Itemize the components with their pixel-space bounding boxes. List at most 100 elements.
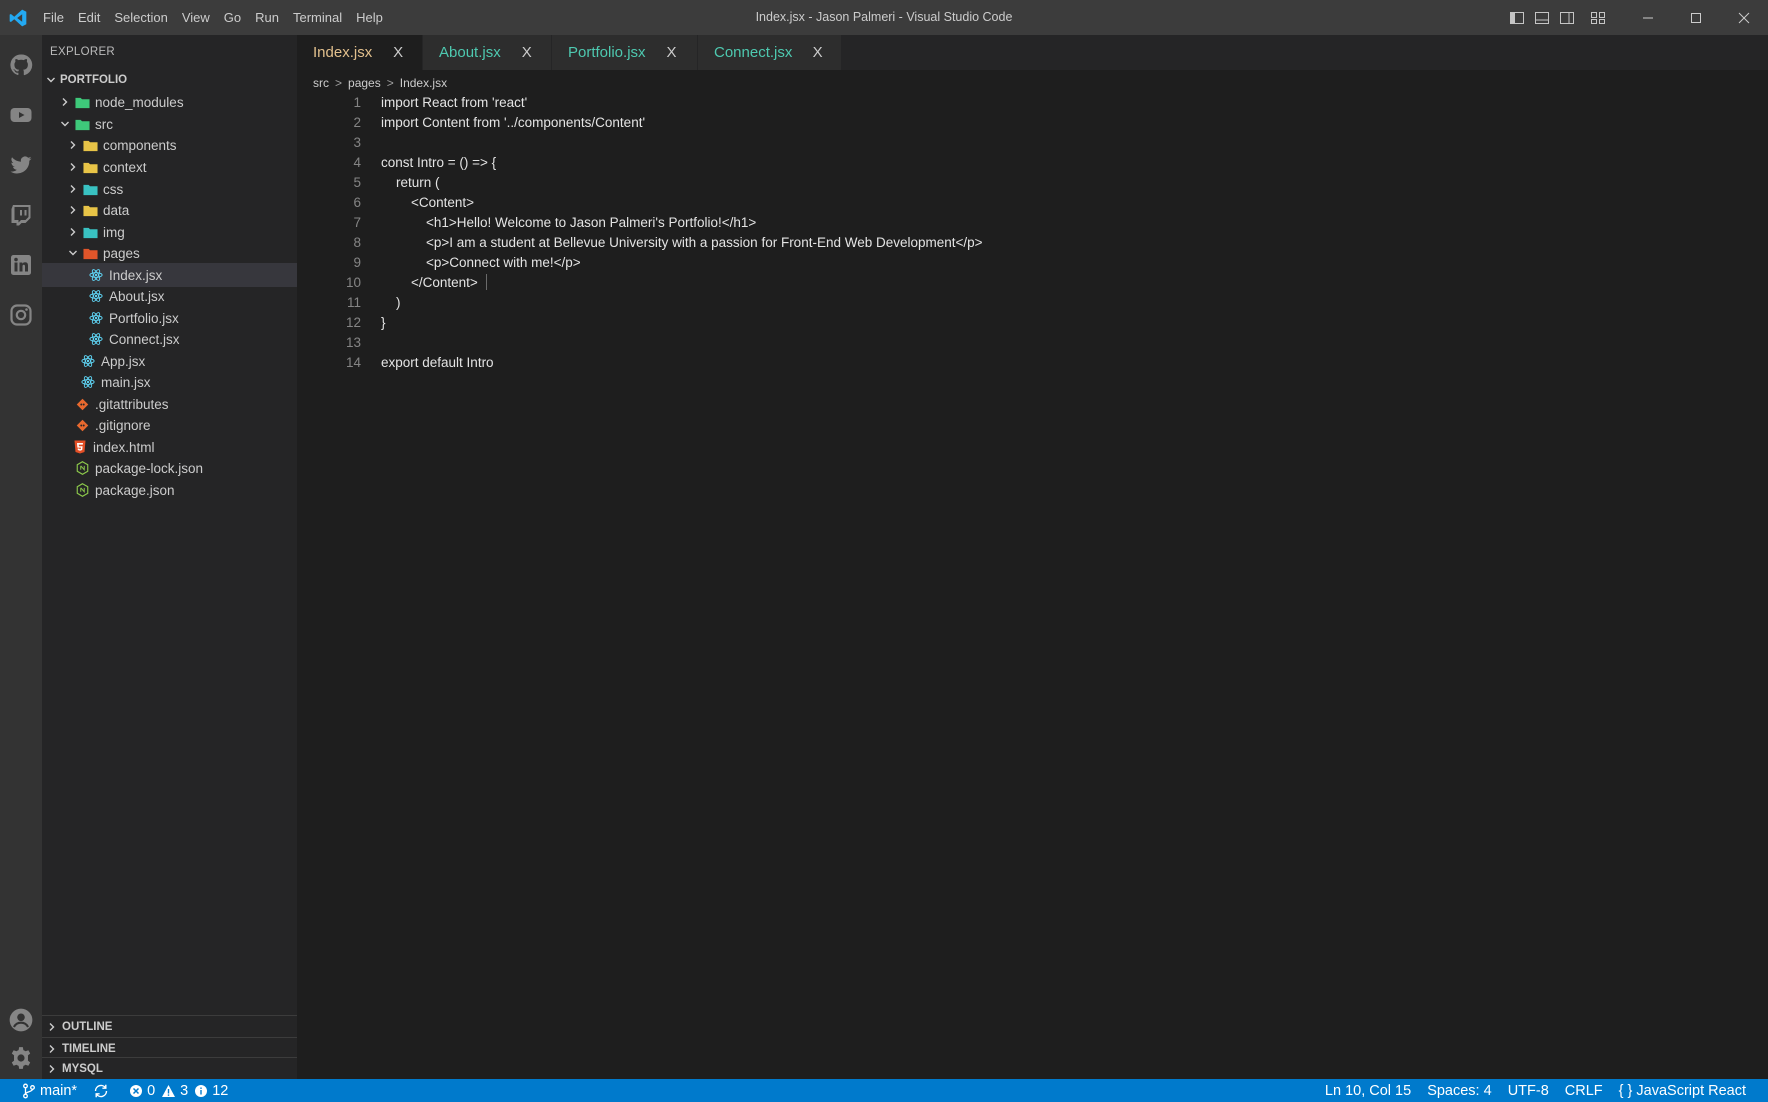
menu-run[interactable]: Run [248, 0, 286, 35]
breadcrumb-item-src[interactable]: src [313, 76, 329, 90]
toggle-primary-sidebar-icon[interactable] [1505, 0, 1529, 35]
line-number: 1 [353, 94, 361, 110]
close-window-icon[interactable] [1720, 0, 1768, 35]
line-number: 6 [353, 194, 361, 210]
editor-tabs: Index.jsx X About.jsx X Portfolio.jsx X … [297, 35, 1768, 70]
code-text: ) [381, 294, 401, 310]
tab-portfolio-jsx[interactable]: Portfolio.jsx X [552, 35, 698, 70]
tree-folder-pages[interactable]: pages [42, 241, 297, 265]
menu-view[interactable]: View [175, 0, 217, 35]
tree-label: context [103, 159, 147, 175]
folder-icon [82, 155, 98, 179]
chevron-right-icon [44, 1022, 60, 1032]
chevron-right-icon [44, 1064, 60, 1074]
tree-folder-node-modules[interactable]: node_modules [42, 90, 297, 114]
tab-about-jsx[interactable]: About.jsx X [423, 35, 552, 70]
close-tab-icon[interactable]: X [810, 44, 825, 61]
line-number: 14 [345, 354, 361, 370]
settings-gear-icon[interactable] [6, 1043, 36, 1073]
menu-selection[interactable]: Selection [107, 0, 174, 35]
linkedin-icon[interactable] [6, 250, 36, 280]
status-indentation[interactable]: Spaces: 4 [1427, 1079, 1492, 1102]
menu-file[interactable]: File [36, 0, 71, 35]
tree-file-main-jsx[interactable]: main.jsx [42, 370, 297, 394]
line-number: 8 [353, 234, 361, 250]
tree-label: css [103, 181, 124, 197]
tree-label: src [95, 116, 113, 132]
tree-label: package.json [95, 482, 175, 498]
status-cursor-position[interactable]: Ln 10, Col 15 [1325, 1079, 1411, 1102]
tree-folder-context[interactable]: context [42, 155, 297, 179]
error-count: 0 [147, 1082, 156, 1099]
warning-count: 3 [180, 1082, 189, 1099]
twitter-icon[interactable] [6, 150, 36, 180]
explorer-root-label: PORTFOLIO [60, 74, 128, 86]
tree-file-gitignore[interactable]: .gitignore [42, 413, 297, 437]
tree-label: Index.jsx [109, 267, 163, 283]
tree-file-about-jsx[interactable]: About.jsx [42, 284, 297, 308]
code-text: <Content> [381, 194, 475, 210]
activity-bar [0, 35, 42, 1079]
section-outline-label: OUTLINE [62, 1020, 113, 1033]
menu-edit[interactable]: Edit [71, 0, 107, 35]
status-problems[interactable]: 0 3 12 [129, 1079, 228, 1102]
toggle-panel-icon[interactable] [1530, 0, 1554, 35]
maximize-icon[interactable] [1672, 0, 1720, 35]
breadcrumb-separator: > [386, 76, 394, 90]
line-number: 7 [353, 214, 361, 230]
close-tab-icon[interactable]: X [664, 44, 680, 61]
code-line: 8 <p>I am a student at Bellevue Universi… [297, 232, 1768, 252]
breadcrumb-item-file[interactable]: Index.jsx [400, 76, 447, 90]
tab-index-jsx[interactable]: Index.jsx X [297, 35, 423, 70]
tree-label: img [103, 224, 125, 240]
status-language-mode[interactable]: { } JavaScript React [1619, 1079, 1746, 1102]
twitch-icon[interactable] [6, 200, 36, 230]
github-icon[interactable] [6, 50, 36, 80]
explorer-title: EXPLORER [50, 46, 116, 58]
status-sync[interactable] [93, 1079, 113, 1102]
close-tab-icon[interactable]: X [519, 44, 535, 61]
account-icon[interactable] [6, 1005, 36, 1035]
folder-icon [82, 133, 98, 157]
menu-help[interactable]: Help [349, 0, 390, 35]
code-line: 4 const Intro = () => { [297, 152, 1768, 172]
menu-terminal[interactable]: Terminal [286, 0, 349, 35]
tree-file-connect-jsx[interactable]: Connect.jsx [42, 327, 297, 351]
code-line: 3 [297, 132, 1768, 152]
section-outline[interactable]: OUTLINE [42, 1015, 297, 1037]
code-text: import React from 'react' [381, 94, 528, 110]
code-text: } [381, 314, 386, 330]
sync-icon [93, 1083, 109, 1099]
menu-go[interactable]: Go [217, 0, 248, 35]
status-encoding[interactable]: UTF-8 [1508, 1079, 1549, 1102]
section-mysql[interactable]: MYSQL [42, 1057, 297, 1079]
code-editor[interactable]: 1 import React from 'react' 2 import Conte… [297, 92, 1768, 1079]
minimize-icon[interactable] [1624, 0, 1672, 35]
tree-file-package-json[interactable]: package.json [42, 478, 297, 502]
section-timeline[interactable]: TIMELINE [42, 1037, 297, 1059]
tree-folder-data[interactable]: data [42, 198, 297, 222]
nodejs-icon [74, 478, 90, 502]
toggle-secondary-sidebar-icon[interactable] [1555, 0, 1579, 35]
react-icon [88, 327, 104, 351]
tab-label: Index.jsx [313, 44, 373, 61]
tree-file-package-lock-json[interactable]: package-lock.json [42, 456, 297, 480]
code-line: 13 [297, 332, 1768, 352]
explorer-root-portfolio[interactable]: PORTFOLIO [42, 68, 297, 92]
status-branch[interactable]: main* [22, 1079, 77, 1102]
line-number: 3 [353, 134, 361, 150]
instagram-icon[interactable] [6, 300, 36, 330]
close-tab-icon[interactable]: X [390, 44, 406, 61]
tab-connect-jsx[interactable]: Connect.jsx X [698, 35, 842, 70]
code-line: 2 import Content from '../components/Cont… [297, 112, 1768, 132]
status-eol[interactable]: CRLF [1565, 1079, 1603, 1102]
tree-label: pages [103, 245, 140, 261]
youtube-icon[interactable] [6, 100, 36, 130]
code-line: 14 export default Intro [297, 352, 1768, 372]
line-number: 4 [353, 154, 361, 170]
tree-folder-components[interactable]: components [42, 133, 297, 157]
customize-layout-icon[interactable] [1586, 0, 1610, 35]
tab-label: Portfolio.jsx [568, 44, 646, 61]
breadcrumb-item-pages[interactable]: pages [348, 76, 381, 90]
line-number: 10 [345, 274, 361, 290]
